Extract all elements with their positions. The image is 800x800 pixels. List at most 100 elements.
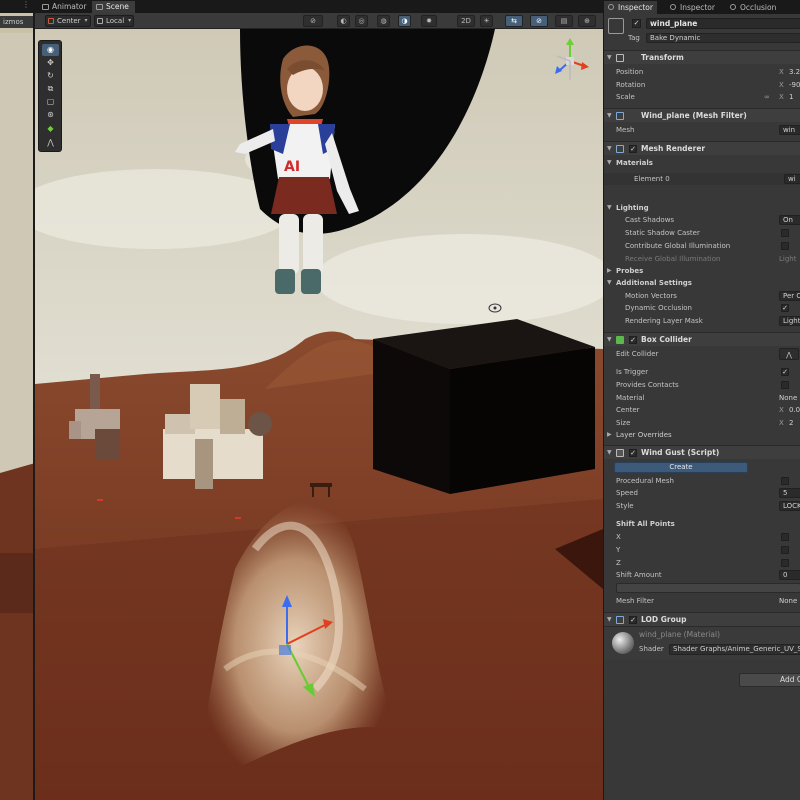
materials-section[interactable]: ▼ Materials [604, 157, 800, 169]
shift-x-label: X [616, 533, 621, 541]
size-x-field[interactable]: 2 [789, 417, 793, 429]
shader-label: Shader [639, 645, 664, 653]
gizmos-label[interactable]: izmos [0, 16, 33, 28]
shift-all-points-header: Shift All Points [604, 518, 800, 530]
probes-section[interactable]: ▶ Probes [604, 265, 800, 277]
custom-tool-icon[interactable]: ◆ [42, 123, 59, 135]
tab-inspector-1[interactable]: Inspector [604, 1, 657, 14]
mode-2d-button[interactable]: 2D [457, 15, 475, 27]
layer-overrides-label: Layer Overrides [616, 431, 672, 439]
shift-all-points-label: Shift All Points [616, 520, 675, 528]
is-trigger-checkbox[interactable]: ✓ [781, 368, 789, 376]
position-x-field[interactable]: 3.2 [789, 66, 800, 78]
gizmo-settings-button[interactable]: ⊘ [303, 15, 323, 27]
speed-field[interactable]: 5 [779, 488, 800, 498]
chevron-down-icon: ▼ [607, 159, 612, 166]
shift-amount-field[interactable]: 0 [779, 570, 800, 580]
center-row: Center X 0.0 [604, 404, 800, 416]
additional-settings-section[interactable]: ▼ Additional Settings [604, 277, 800, 289]
mesh-filter-ref-field[interactable]: None [779, 595, 797, 607]
rotation-x-field[interactable]: -90 [789, 79, 800, 91]
create-button[interactable]: Create [614, 462, 748, 473]
position-label: Position [616, 68, 644, 76]
editor-tool-icon[interactable]: ⋀ [42, 137, 59, 149]
is-trigger-label: Is Trigger [616, 368, 649, 376]
box-collider-component-header[interactable]: ▼ ✓ Box Collider [604, 332, 800, 346]
lighting-toggle-button[interactable]: ☀ [480, 15, 493, 27]
camera-button[interactable]: ⇆ [505, 15, 523, 27]
fx-button[interactable]: ▤ [555, 15, 573, 27]
draw-mode-button[interactable]: ✹ [421, 15, 437, 27]
tab-menu-icon[interactable]: ⋮ [22, 0, 30, 9]
shader-dropdown[interactable]: Shader Graphs/Anime_Generic_UV_S [669, 644, 800, 655]
material-field[interactable]: None [779, 392, 797, 404]
layer-overrides-section[interactable]: ▶ Layer Overrides [604, 429, 800, 441]
tag-dropdown[interactable]: Bake Dynamic [646, 33, 800, 43]
tab-animator[interactable]: Animator [38, 1, 92, 13]
lod-group-enabled-checkbox[interactable]: ✓ [629, 616, 637, 624]
provides-contacts-checkbox[interactable] [781, 381, 789, 389]
motion-vectors-dropdown[interactable]: Per O [779, 291, 800, 301]
pivot-dropdown[interactable]: Center ▾ [45, 15, 91, 27]
element0-field[interactable]: wi [784, 174, 800, 184]
transform-tool-icon[interactable]: ⊛ [42, 109, 59, 121]
rotate-tool-icon[interactable]: ↻ [42, 70, 59, 82]
visibility-button[interactable]: ⊘ [530, 15, 548, 27]
dynamic-occlusion-checkbox[interactable]: ✓ [781, 304, 789, 312]
space-dropdown[interactable]: Local ▾ [94, 15, 135, 27]
edit-collider-row: Edit Collider ⋀ [604, 348, 800, 360]
shift-y-label: Y [616, 546, 621, 554]
shading-mode-button[interactable]: ◍ [377, 15, 390, 27]
wind-gust-title: Wind Gust (Script) [641, 448, 720, 457]
cast-shadows-dropdown[interactable]: On [779, 215, 800, 225]
tab-inspector-2[interactable]: Inspector [666, 1, 719, 14]
wind-gust-component-header[interactable]: ▼ ✓ Wind Gust (Script) [604, 445, 800, 459]
shading-wire-button[interactable]: ◐ [337, 15, 350, 27]
shading-shaded-button[interactable]: ◎ [355, 15, 368, 27]
center-x-field[interactable]: 0.0 [789, 404, 800, 416]
mesh-label: Mesh [616, 126, 635, 134]
shift-action-bar[interactable] [616, 583, 800, 593]
rendering-layer-dropdown[interactable]: Light [779, 316, 800, 326]
mesh-filter-component-header[interactable]: ▼ Wind_plane (Mesh Filter) [604, 108, 800, 122]
editor-tab-strip: ⋮ Animator Scene [0, 0, 603, 13]
constrain-proportions-icon[interactable]: ∞ [764, 91, 770, 103]
shift-z-checkbox[interactable] [781, 559, 789, 567]
rect-tool-icon[interactable]: ▢ [42, 96, 59, 108]
scene-viewport[interactable]: AI [35, 29, 603, 800]
shift-x-checkbox[interactable] [781, 533, 789, 541]
is-trigger-row: Is Trigger ✓ [604, 366, 800, 378]
tab-scene[interactable]: Scene [92, 1, 135, 13]
active-checkbox[interactable]: ✓ [632, 19, 641, 28]
contribute-gi-label: Contribute Global Illumination [625, 242, 731, 250]
scale-x-field[interactable]: 1 [789, 91, 793, 103]
wind-gust-enabled-checkbox[interactable]: ✓ [629, 449, 637, 457]
box-collider-enabled-checkbox[interactable]: ✓ [629, 336, 637, 344]
view-tool-eye-icon[interactable]: ◉ [42, 44, 59, 56]
transform-component-header[interactable]: ▼ Transform [604, 50, 800, 64]
static-shadow-checkbox[interactable] [781, 229, 789, 237]
tab-occlusion[interactable]: Occlusion [726, 1, 780, 14]
script-icon [616, 449, 624, 457]
shift-y-checkbox[interactable] [781, 546, 789, 554]
receive-gi-row: Receive Global Illumination Light [604, 253, 800, 265]
orientation-gizmo[interactable] [548, 36, 592, 86]
style-dropdown[interactable]: LOCK [779, 501, 800, 511]
lod-group-component-header[interactable]: ▼ ✓ LOD Group [604, 612, 800, 626]
chevron-right-icon: ▶ [607, 267, 612, 274]
lighting-section[interactable]: ▼ Lighting [604, 202, 800, 214]
gizmos-button[interactable]: ⊕ [578, 15, 596, 27]
mesh-renderer-component-header[interactable]: ▼ ✓ Mesh Renderer [604, 141, 800, 155]
mesh-renderer-enabled-checkbox[interactable]: ✓ [629, 145, 637, 153]
contribute-gi-checkbox[interactable] [781, 242, 789, 250]
move-tool-icon[interactable]: ✥ [42, 57, 59, 69]
procedural-mesh-checkbox[interactable] [781, 477, 789, 485]
chevron-down-icon: ▼ [607, 112, 612, 119]
mesh-filter-icon [616, 112, 624, 120]
object-name-field[interactable]: wind_plane [646, 18, 800, 29]
add-component-button[interactable]: Add C [739, 673, 800, 687]
edit-collider-button[interactable]: ⋀ [779, 348, 799, 360]
mesh-field[interactable]: win [779, 125, 800, 135]
shading-lit-button[interactable]: ◑ [398, 15, 411, 27]
scale-tool-icon[interactable]: ⧉ [42, 83, 59, 95]
